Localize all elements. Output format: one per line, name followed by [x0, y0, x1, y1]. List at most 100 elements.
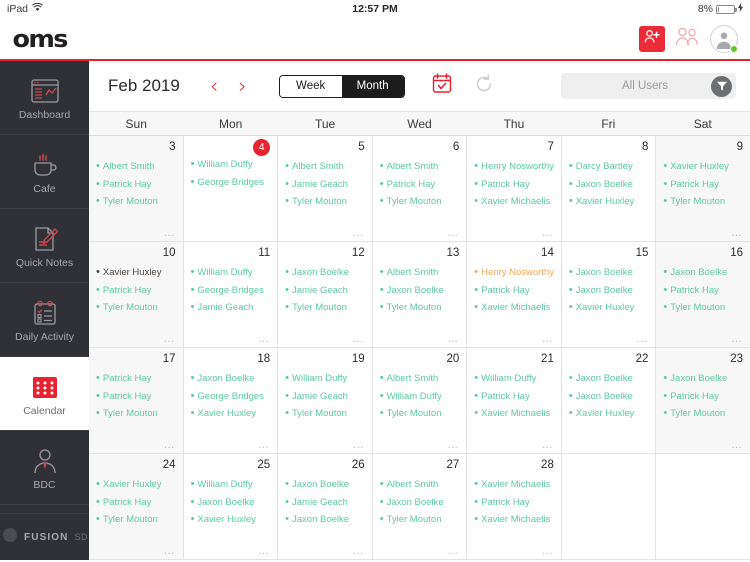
chevron-left-icon[interactable]: ‹: [210, 75, 218, 97]
calendar-event[interactable]: • Xavier Huxley: [96, 264, 176, 282]
more-events-indicator[interactable]: ...: [353, 545, 364, 557]
more-events-indicator[interactable]: ...: [448, 545, 459, 557]
calendar-event[interactable]: • Xavier Huxley: [569, 405, 649, 423]
calendar-event[interactable]: • Albert Smith: [285, 158, 365, 176]
sidebar-item-cafe[interactable]: Cafe: [0, 135, 89, 209]
calendar-event[interactable]: • Patrick Hay: [96, 282, 176, 300]
calendar-event[interactable]: • Tyler Mouton: [380, 511, 460, 529]
calendar-event[interactable]: • William Duffy: [191, 156, 271, 174]
more-events-indicator[interactable]: ...: [164, 333, 175, 345]
day-cell[interactable]: 17 • Patrick Hay • Patrick Hay • Tyler Mouton.…: [89, 348, 183, 453]
calendar-event[interactable]: • Patrick Hay: [474, 494, 554, 512]
day-cell[interactable]: 21 • William Duffy • Patrick Hay • Xavier Mich…: [467, 348, 561, 453]
more-events-indicator[interactable]: ...: [542, 545, 553, 557]
calendar-event[interactable]: • Darcy Bartley: [569, 158, 649, 176]
calendar-event[interactable]: • Jaxon Boelke: [191, 494, 271, 512]
calendar-event[interactable]: • Jamie Geach: [285, 494, 365, 512]
more-events-indicator[interactable]: ...: [542, 227, 553, 239]
more-events-indicator[interactable]: ...: [542, 333, 553, 345]
day-cell[interactable]: 24 • Xavier Huxley • Patrick Hay • Tyler Mouto…: [89, 454, 183, 559]
more-events-indicator[interactable]: ...: [731, 439, 742, 451]
day-cell[interactable]: 8 • Darcy Bartley • Jaxon Boelke • Xavier Huxl…: [561, 136, 656, 241]
sidebar-item-daily-activity[interactable]: Daily Activity: [0, 283, 89, 357]
calendar-event[interactable]: • Patrick Hay: [474, 282, 554, 300]
more-events-indicator[interactable]: ...: [448, 333, 459, 345]
day-cell[interactable]: 20 • Albert Smith • William Duffy • Tyler Mout…: [372, 348, 467, 453]
calendar-event[interactable]: • Tyler Mouton: [96, 511, 176, 529]
calendar-event[interactable]: • Jaxon Boelke: [191, 370, 271, 388]
calendar-event[interactable]: • Tyler Mouton: [663, 405, 743, 423]
day-cell[interactable]: 4 • William Duffy • George Bridges: [183, 136, 278, 241]
calendar-event[interactable]: • Xavier Michaelis: [474, 299, 554, 317]
day-cell[interactable]: 13 • Albert Smith • Jaxon Boelke • Tyler Mouto…: [372, 242, 467, 347]
calendar-event[interactable]: • William Duffy: [191, 264, 271, 282]
calendar-event[interactable]: • Albert Smith: [380, 370, 460, 388]
calendar-event[interactable]: • Tyler Mouton: [285, 193, 365, 211]
calendar-event[interactable]: • Patrick Hay: [474, 388, 554, 406]
calendar-event[interactable]: • Xavier Michaelis: [474, 193, 554, 211]
calendar-event[interactable]: • George Bridges: [191, 388, 271, 406]
calendar-event[interactable]: • Patrick Hay: [96, 388, 176, 406]
calendar-event[interactable]: • Jaxon Boelke: [285, 511, 365, 529]
calendar-event[interactable]: • Xavier Huxley: [663, 158, 743, 176]
calendar-event[interactable]: • William Duffy: [380, 388, 460, 406]
refresh-button[interactable]: [474, 73, 494, 99]
funnel-icon[interactable]: [711, 75, 732, 97]
add-person-button[interactable]: [639, 25, 665, 52]
more-events-indicator[interactable]: ...: [637, 333, 648, 345]
calendar-event[interactable]: • Jaxon Boelke: [380, 282, 460, 300]
view-mode-toggle[interactable]: Week Month: [278, 74, 405, 98]
more-events-indicator[interactable]: ...: [448, 227, 459, 239]
day-cell[interactable]: 11 • William Duffy • George Bridges • Jamie Ge…: [183, 242, 278, 347]
calendar-event[interactable]: • Tyler Mouton: [96, 299, 176, 317]
calendar-event[interactable]: • Tyler Mouton: [663, 299, 743, 317]
day-cell[interactable]: 25 • William Duffy • Jaxon Boelke • Xavier Hux…: [183, 454, 278, 559]
chevron-right-icon[interactable]: ›: [238, 75, 246, 97]
calendar-event[interactable]: • Tyler Mouton: [380, 405, 460, 423]
calendar-event[interactable]: • Tyler Mouton: [96, 193, 176, 211]
calendar-event[interactable]: • William Duffy: [191, 476, 271, 494]
calendar-event[interactable]: • Patrick Hay: [663, 176, 743, 194]
day-cell[interactable]: 12 • Jaxon Boelke • Jamie Geach • Tyler Mouton…: [278, 242, 372, 347]
calendar-event[interactable]: • Henry Nosworthy: [474, 158, 554, 176]
more-events-indicator[interactable]: ...: [353, 333, 364, 345]
more-events-indicator[interactable]: ...: [164, 439, 175, 451]
calendar-event[interactable]: • Patrick Hay: [96, 176, 176, 194]
calendar-event[interactable]: • Xavier Huxley: [96, 476, 176, 494]
calendar-event[interactable]: • Xavier Michaelis: [474, 476, 554, 494]
more-events-indicator[interactable]: ...: [258, 439, 269, 451]
more-events-indicator[interactable]: ...: [258, 333, 269, 345]
calendar-event[interactable]: • Patrick Hay: [474, 176, 554, 194]
more-events-indicator[interactable]: ...: [164, 227, 175, 239]
sidebar-item-bdc[interactable]: BDC: [0, 431, 89, 505]
day-cell[interactable]: 18 • Jaxon Boelke • George Bridges • Xavier Hu…: [183, 348, 278, 453]
calendar-event[interactable]: • Jamie Geach: [191, 299, 271, 317]
calendar-event[interactable]: • Jaxon Boelke: [569, 282, 649, 300]
calendar-event[interactable]: • William Duffy: [285, 370, 365, 388]
more-events-indicator[interactable]: ...: [353, 439, 364, 451]
calendar-event[interactable]: • William Duffy: [474, 370, 554, 388]
calendar-event[interactable]: • Jamie Geach: [285, 176, 365, 194]
calendar-event[interactable]: • Jaxon Boelke: [569, 370, 649, 388]
calendar-event[interactable]: • Patrick Hay: [663, 282, 743, 300]
calendar-event[interactable]: • Jaxon Boelke: [569, 176, 649, 194]
day-cell[interactable]: 10 • Xavier Huxley • Patrick Hay • Tyler Mouto…: [89, 242, 183, 347]
calendar-event[interactable]: • Tyler Mouton: [285, 299, 365, 317]
calendar-event[interactable]: • Patrick Hay: [96, 494, 176, 512]
calendar-event[interactable]: • Jaxon Boelke: [285, 476, 365, 494]
sidebar-item-dashboard[interactable]: Dashboard: [0, 61, 89, 135]
more-events-indicator[interactable]: ...: [731, 227, 742, 239]
day-cell[interactable]: 3 • Albert Smith • Patrick Hay • Tyler Mouton.…: [89, 136, 183, 241]
calendar-event[interactable]: • George Bridges: [191, 282, 271, 300]
calendar-event[interactable]: • Albert Smith: [380, 476, 460, 494]
calendar-event[interactable]: • Henry Nosworthy: [474, 264, 554, 282]
more-events-indicator[interactable]: ...: [353, 227, 364, 239]
calendar-event[interactable]: • Tyler Mouton: [285, 405, 365, 423]
calendar-event[interactable]: • Tyler Mouton: [380, 299, 460, 317]
calendar-event[interactable]: • Jaxon Boelke: [569, 264, 649, 282]
calendar-event[interactable]: • Jaxon Boelke: [569, 388, 649, 406]
calendar-event[interactable]: • Xavier Huxley: [191, 511, 271, 529]
calendar-event[interactable]: • Albert Smith: [96, 158, 176, 176]
calendar-event[interactable]: • Jaxon Boelke: [663, 264, 743, 282]
calendar-event[interactable]: • George Bridges: [191, 174, 271, 192]
